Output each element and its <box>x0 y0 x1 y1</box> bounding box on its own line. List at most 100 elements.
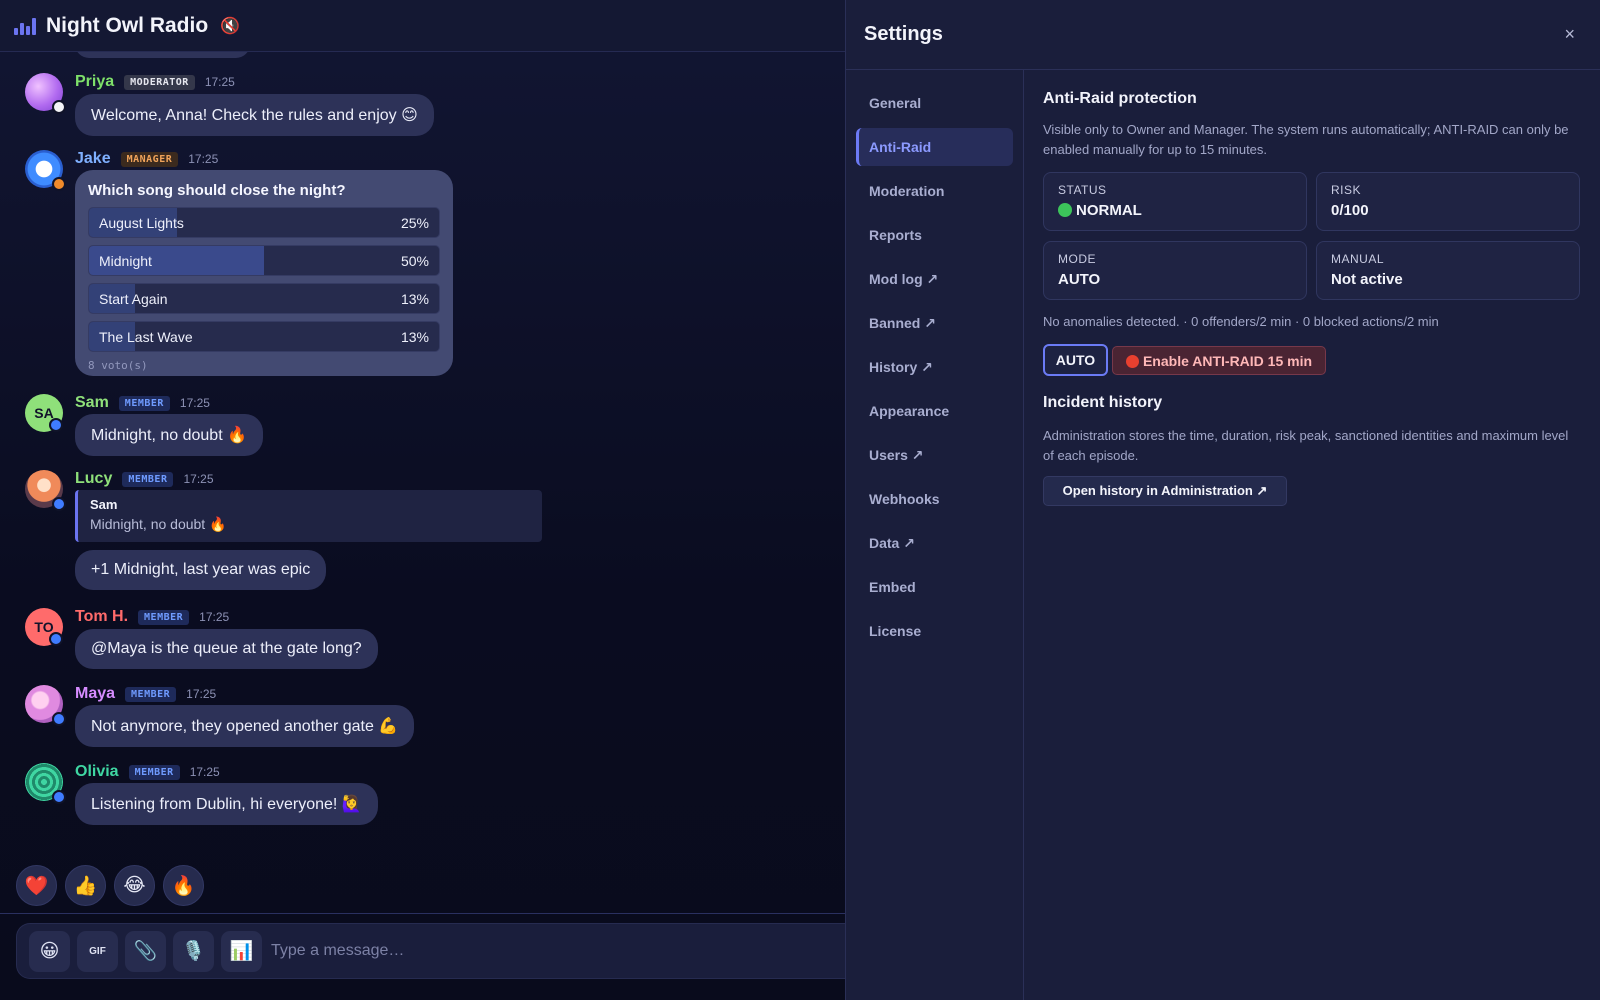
settings-title: Settings <box>864 23 943 45</box>
poll-option-percent: 50% <box>400 253 429 269</box>
alert-red-icon <box>1125 354 1139 368</box>
poll-option-percent: 25% <box>400 215 429 231</box>
message-author[interactable]: Jake <box>75 150 111 168</box>
risk-value: 0/100 <box>1331 202 1369 219</box>
role-badge: MEMBER <box>128 764 180 780</box>
attach-button[interactable]: 📎 <box>125 930 166 972</box>
avatar[interactable] <box>25 150 66 191</box>
message-meta: Olivia MEMBER 17:25 <box>75 763 220 781</box>
nav-item-mod-log[interactable]: Mod log ↗ <box>856 260 1013 298</box>
nav-item-embed[interactable]: Embed <box>856 568 1013 606</box>
incident-history-description: Administration stores the time, duration… <box>1043 428 1569 463</box>
manual-label: MANUAL <box>1331 252 1385 266</box>
microphone-button[interactable]: 🎙️ <box>173 930 214 972</box>
nav-item-data[interactable]: Data ↗ <box>856 524 1013 562</box>
nav-item-general[interactable]: General <box>856 84 1013 122</box>
avatar[interactable] <box>25 685 66 726</box>
presence-dot <box>49 418 63 432</box>
avatar[interactable] <box>25 73 66 114</box>
emoji-button[interactable]: 😀 <box>29 930 70 972</box>
poll-option-label: August Lights <box>99 215 184 231</box>
composer-divider <box>0 913 845 914</box>
poll-option-label: The Last Wave <box>99 329 193 345</box>
quote-text: Midnight, no doubt 🔥 <box>90 516 227 532</box>
message-bubble: Listening from Dublin, hi everyone! 🙋‍♀️ <box>75 783 378 825</box>
message-bubble: Midnight, no doubt 🔥 <box>75 414 264 456</box>
manual-value: Not active <box>1331 271 1403 288</box>
message-bubble: Welcome, Anna! Check the rules and enjoy… <box>75 94 434 136</box>
message-author[interactable]: Olivia <box>75 763 119 781</box>
reaction-fire-button[interactable]: 🔥 <box>163 865 204 906</box>
mode-value: AUTO <box>1058 271 1101 288</box>
mode-label: MODE <box>1058 252 1096 266</box>
reaction-heart-button[interactable]: ❤️ <box>16 865 57 906</box>
poll-option[interactable]: The Last Wave 13% <box>88 321 440 352</box>
nav-item-banned[interactable]: Banned ↗ <box>856 304 1013 342</box>
message-author[interactable]: Priya <box>75 73 114 91</box>
poll-option[interactable]: Midnight 50% <box>88 245 440 276</box>
message-meta: Priya MODERATOR 17:25 <box>75 73 235 91</box>
nav-item-anti-raid[interactable]: Anti-Raid <box>856 128 1013 166</box>
reaction-thumbs-up-button[interactable]: 👍 <box>65 865 106 906</box>
auto-mode-button[interactable]: AUTO <box>1043 344 1108 376</box>
status-green-icon <box>1058 203 1072 217</box>
enable-anti-raid-label: Enable ANTI-RAID 15 min <box>1142 352 1313 369</box>
reaction-laugh-button[interactable]: 😂 <box>114 865 155 906</box>
open-history-button[interactable]: Open history in Administration ↗ <box>1043 476 1287 506</box>
message-time: 17:25 <box>204 75 235 89</box>
message-meta: Lucy MEMBER 17:25 <box>75 470 214 488</box>
message-time: 17:25 <box>199 610 230 624</box>
enable-anti-raid-button[interactable]: Enable ANTI-RAID 15 min <box>1112 346 1326 375</box>
nav-item-appearance[interactable]: Appearance <box>856 392 1013 430</box>
nav-item-users[interactable]: Users ↗ <box>856 436 1013 474</box>
nav-item-webhooks[interactable]: Webhooks <box>856 480 1013 518</box>
message-author[interactable]: Sam <box>75 394 109 412</box>
message-time: 17:25 <box>179 396 210 410</box>
message-bubble: +1 Midnight, last year was epic <box>75 550 327 590</box>
message-input[interactable] <box>269 942 845 960</box>
presence-dot <box>52 100 66 114</box>
reply-quote[interactable]: Sam Midnight, no doubt 🔥 <box>75 490 542 542</box>
role-badge: MEMBER <box>122 471 174 487</box>
gif-button[interactable]: GIF <box>77 930 118 972</box>
poll-option[interactable]: August Lights 25% <box>88 207 440 238</box>
anti-raid-title: Anti-Raid protection <box>1043 90 1197 107</box>
chat-header: Night Owl Radio 🔇 <box>0 0 845 52</box>
message-author[interactable]: Tom H. <box>75 608 128 626</box>
poll-vote-count: 8 voto(s) <box>88 359 148 372</box>
presence-dot <box>52 790 66 804</box>
speaker-muted-icon[interactable]: 🔇 <box>220 16 240 36</box>
message-author[interactable]: Maya <box>75 685 115 703</box>
poll-option-label: Midnight <box>99 253 152 269</box>
manual-card: MANUAL Not active <box>1316 241 1580 300</box>
avatar[interactable] <box>25 470 66 511</box>
presence-dot <box>49 632 63 646</box>
close-icon[interactable]: × <box>1564 24 1575 45</box>
incident-history-title: Incident history <box>1043 394 1163 411</box>
message-author[interactable]: Lucy <box>75 470 112 488</box>
role-badge: MEMBER <box>138 609 190 625</box>
quote-author: Sam <box>90 497 118 512</box>
message-time: 17:25 <box>183 472 214 486</box>
message-bubble: Not anymore, they opened another gate 💪 <box>75 705 415 747</box>
avatar[interactable] <box>25 763 66 804</box>
poll-question: Which song should close the night? <box>88 182 346 199</box>
poll-option-percent: 13% <box>400 329 429 345</box>
nav-item-license[interactable]: License <box>856 612 1013 650</box>
nav-item-reports[interactable]: Reports <box>856 216 1013 254</box>
nav-item-history[interactable]: History ↗ <box>856 348 1013 386</box>
poll-card: Which song should close the night? Augus… <box>75 170 453 376</box>
poll-button[interactable]: 📊 <box>221 930 262 972</box>
message-meta: Tom H. MEMBER 17:25 <box>75 608 229 626</box>
role-badge: MANAGER <box>120 151 179 167</box>
radio-bars-icon <box>14 17 36 35</box>
message-time: 17:25 <box>186 687 217 701</box>
nav-item-moderation[interactable]: Moderation <box>856 172 1013 210</box>
poll-option[interactable]: Start Again 13% <box>88 283 440 314</box>
message-bubble: @Maya is the queue at the gate long? <box>75 629 378 669</box>
role-badge: MEMBER <box>125 686 177 702</box>
message-meta: Jake MANAGER 17:25 <box>75 150 218 168</box>
presence-dot <box>52 497 66 511</box>
poll-option-percent: 13% <box>400 291 429 307</box>
poll-option-label: Start Again <box>99 291 168 307</box>
